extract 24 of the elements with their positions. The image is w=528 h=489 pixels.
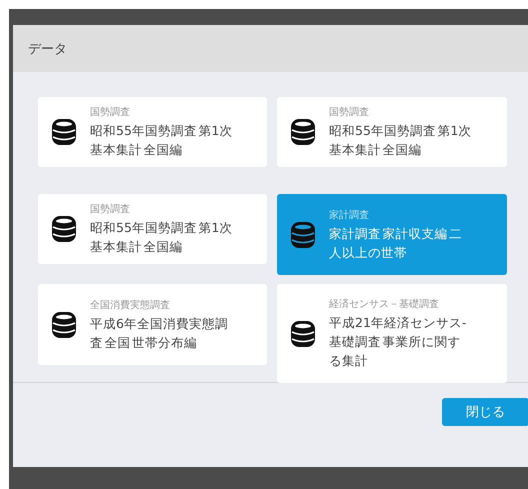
dataset-title: 昭和55年国勢調査 第1次基本集計 全国編 — [90, 219, 234, 256]
dataset-category: 国勢調査 — [90, 106, 131, 119]
dataset-title: 平成21年経済センサス-基礎調査 事業所に関する集計 — [329, 314, 468, 370]
dataset-card[interactable]: 経済センサス－基礎調査 平成21年経済センサス-基礎調査 事業所に関する集計 — [277, 284, 507, 383]
database-icon — [291, 222, 315, 248]
dialog-title: データ — [28, 40, 67, 58]
database-icon — [52, 216, 76, 242]
dataset-card[interactable]: 全国消費実態調査 平成6年全国消費実態調査 全国 世帯分布編 — [38, 284, 267, 365]
dataset-title: 平成6年全国消費実態調査 全国 世帯分布編 — [90, 314, 229, 352]
dataset-title: 家計調査 家計収支編 二人以上の世帯 — [329, 224, 463, 262]
dataset-card[interactable]: 国勢調査 昭和55年国勢調査 第1次基本集計 全国編 — [277, 97, 507, 167]
dataset-title: 昭和55年国勢調査 第1次基本集計 全国編 — [329, 122, 472, 159]
database-icon — [52, 119, 76, 145]
dataset-card[interactable]: 国勢調査 昭和55年国勢調査 第1次基本集計 全国編 — [38, 194, 267, 264]
dataset-card[interactable]: 国勢調査 昭和55年国勢調査 第1次基本集計 全国編 — [38, 97, 267, 167]
dataset-category: 国勢調査 — [90, 202, 131, 216]
database-icon — [291, 119, 315, 145]
dataset-category: 家計調査 — [329, 208, 370, 222]
dataset-title: 昭和55年国勢調査 第1次基本集計 全国編 — [90, 122, 234, 159]
database-icon — [291, 320, 315, 346]
dataset-category: 経済センサス－基礎調査 — [329, 298, 440, 311]
dataset-category: 全国消費実態調査 — [90, 298, 171, 312]
dataset-category: 国勢調査 — [329, 106, 370, 119]
database-icon — [52, 312, 76, 338]
